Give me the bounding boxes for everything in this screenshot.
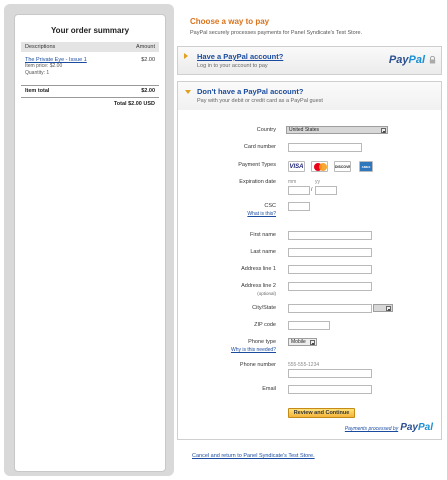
exp-separator: / xyxy=(311,187,313,193)
chevron-down-icon xyxy=(386,306,391,311)
first-name-label: First name xyxy=(250,232,276,238)
phone-number-input[interactable] xyxy=(288,369,372,378)
last-name-input[interactable] xyxy=(288,248,372,257)
processed-by-text: Payments processed by xyxy=(344,426,399,432)
zip-label: ZIP code xyxy=(254,322,276,328)
country-value: United States xyxy=(289,127,320,133)
item-amount: $2.00 xyxy=(141,57,155,63)
summary-table-header: Descriptions Amount xyxy=(21,42,159,52)
guest-subtitle: Pay with your debit or credit card as a … xyxy=(197,98,323,104)
country-select[interactable]: United States xyxy=(286,126,388,134)
card-number-input[interactable] xyxy=(288,143,362,152)
summary-divider xyxy=(21,97,159,98)
expand-arrow-icon xyxy=(184,53,188,59)
grand-total: Total $2.00 USD xyxy=(113,101,155,107)
exp-year-hint: yy xyxy=(315,179,320,185)
state-select[interactable] xyxy=(373,304,393,312)
page-subtitle: PayPal securely processes payments for P… xyxy=(190,30,363,36)
exp-month-hint: mm xyxy=(288,179,297,185)
col-amount: Amount xyxy=(136,44,155,50)
address2-label: Address line 2 xyxy=(241,283,276,289)
collapse-arrow-icon xyxy=(185,90,191,94)
email-input[interactable] xyxy=(288,385,372,394)
summary-item: The Private Eye - Issue 1 $2.00 Item pri… xyxy=(25,57,155,77)
phone-type-select[interactable]: Mobile xyxy=(288,338,317,346)
item-price: Item price: $2.00 xyxy=(25,63,63,69)
csc-label: CSC xyxy=(264,203,276,209)
address1-input[interactable] xyxy=(288,265,372,274)
exp-month-input[interactable] xyxy=(288,186,310,195)
address1-label: Address line 1 xyxy=(241,266,276,272)
csc-input[interactable] xyxy=(288,202,310,211)
mastercard-card-icon xyxy=(311,161,328,172)
have-account-link[interactable]: Have a PayPal account? xyxy=(197,52,283,61)
email-label: Email xyxy=(262,386,276,392)
address2-note: (optional) xyxy=(257,291,276,296)
phone-type-value: Mobile xyxy=(291,339,306,345)
card-number-label: Card number xyxy=(243,144,276,150)
item-total-value: $2.00 xyxy=(141,88,155,94)
visa-card-icon: VISA xyxy=(288,161,305,172)
summary-title: Your order summary xyxy=(50,26,130,35)
lock-icon xyxy=(429,56,436,64)
paypal-logo-small: PayPal xyxy=(400,422,433,433)
guest-header: Don't have a PayPal account? Pay with yo… xyxy=(178,82,441,110)
cancel-return-link[interactable]: Cancel and return to Panel Syndicate's T… xyxy=(192,453,315,459)
review-continue-button[interactable]: Review and Continue xyxy=(288,408,355,418)
zip-input[interactable] xyxy=(288,321,330,330)
payments-processed-by[interactable]: Payments processed by PayPal xyxy=(345,422,433,433)
page-title: Choose a way to pay xyxy=(190,17,270,26)
chevron-down-icon xyxy=(310,340,315,345)
chevron-down-icon xyxy=(381,128,386,133)
country-label: Country xyxy=(256,127,276,133)
have-account-section[interactable]: Have a PayPal account? Log in to your ac… xyxy=(177,46,442,75)
city-input[interactable] xyxy=(288,304,372,313)
phone-type-label: Phone type xyxy=(248,339,276,345)
phone-number-label: Phone number xyxy=(239,362,276,368)
address2-input[interactable] xyxy=(288,282,372,291)
phone-hint: 555-555-1234 xyxy=(288,362,320,368)
guest-title: Don't have a PayPal account? xyxy=(197,87,304,96)
summary-divider xyxy=(21,85,159,86)
paypal-logo: PayPal xyxy=(388,54,425,66)
col-descriptions: Descriptions xyxy=(25,44,56,50)
phone-type-help-link[interactable]: Why is this needed? xyxy=(231,347,276,353)
order-summary: Your order summary Descriptions Amount T… xyxy=(14,14,166,472)
item-total-label: Item total xyxy=(25,88,50,94)
amex-card-icon: AMEX xyxy=(359,161,373,172)
first-name-input[interactable] xyxy=(288,231,372,240)
last-name-label: Last name xyxy=(250,249,276,255)
city-state-label: City/State xyxy=(252,305,276,311)
item-total-row: Item total $2.00 xyxy=(25,88,155,94)
expiration-label: Expiration date xyxy=(239,179,276,185)
guest-checkout-section: Don't have a PayPal account? Pay with yo… xyxy=(177,81,442,440)
csc-help-link[interactable]: What is this? xyxy=(247,211,276,217)
item-quantity: Quantity: 1 xyxy=(25,70,50,76)
discover-card-icon: DISCOVER xyxy=(334,161,351,172)
exp-year-input[interactable] xyxy=(315,186,337,195)
have-account-subtitle: Log in to your account to pay xyxy=(197,63,268,69)
payment-types-label: Payment Types xyxy=(238,162,276,168)
